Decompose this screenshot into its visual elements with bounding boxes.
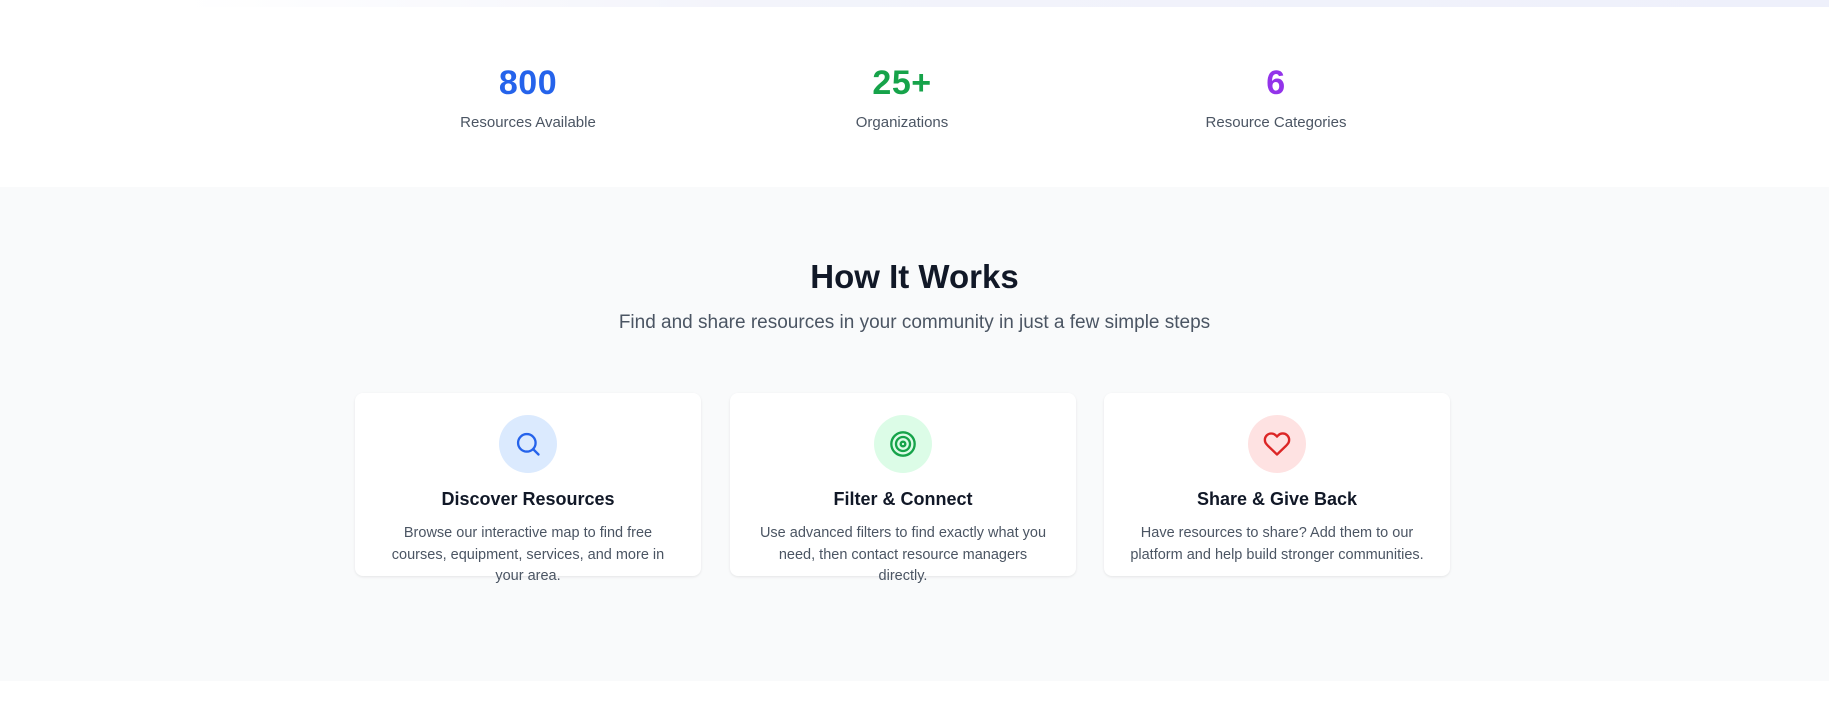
target-icon: [874, 415, 932, 473]
card-description: Browse our interactive map to find free …: [391, 525, 665, 584]
stat-value: 800: [498, 64, 558, 102]
card-title: Filter & Connect: [833, 489, 973, 509]
card-title: Discover Resources: [441, 489, 615, 509]
top-gradient-strip: [0, 0, 1829, 7]
step-card-share: Share & Give Back Have resources to shar…: [1104, 393, 1450, 576]
heart-icon: [1248, 415, 1306, 473]
step-card-discover: Discover Resources Browse our interactiv…: [355, 393, 701, 584]
card-description: Have resources to share? Add them to our…: [1130, 525, 1424, 563]
stat-categories: 6 Resource Categories: [1146, 63, 1406, 133]
card-description: Use advanced filters to find exactly wha…: [759, 525, 1047, 584]
stat-label: Resource Categories: [1205, 114, 1347, 131]
stat-label: Organizations: [855, 114, 949, 131]
how-it-works-section: How It Works Find and share resources in…: [0, 187, 1829, 681]
stat-label: Resources Available: [460, 114, 596, 131]
search-icon: [499, 415, 557, 473]
stat-resources: 800 Resources Available: [398, 63, 658, 133]
step-card-filter: Filter & Connect Use advanced filters to…: [730, 393, 1076, 584]
stat-value: 25+: [872, 64, 932, 102]
card-title: Share & Give Back: [1196, 489, 1358, 509]
section-divider: [0, 681, 1829, 703]
section-subtitle: Find and share resources in your communi…: [618, 312, 1211, 333]
stat-organizations: 25+ Organizations: [772, 63, 1032, 133]
section-title: How It Works: [810, 258, 1019, 295]
stat-value: 6: [1266, 64, 1286, 102]
stats-section: 800 Resources Available 25+ Organization…: [0, 7, 1829, 187]
